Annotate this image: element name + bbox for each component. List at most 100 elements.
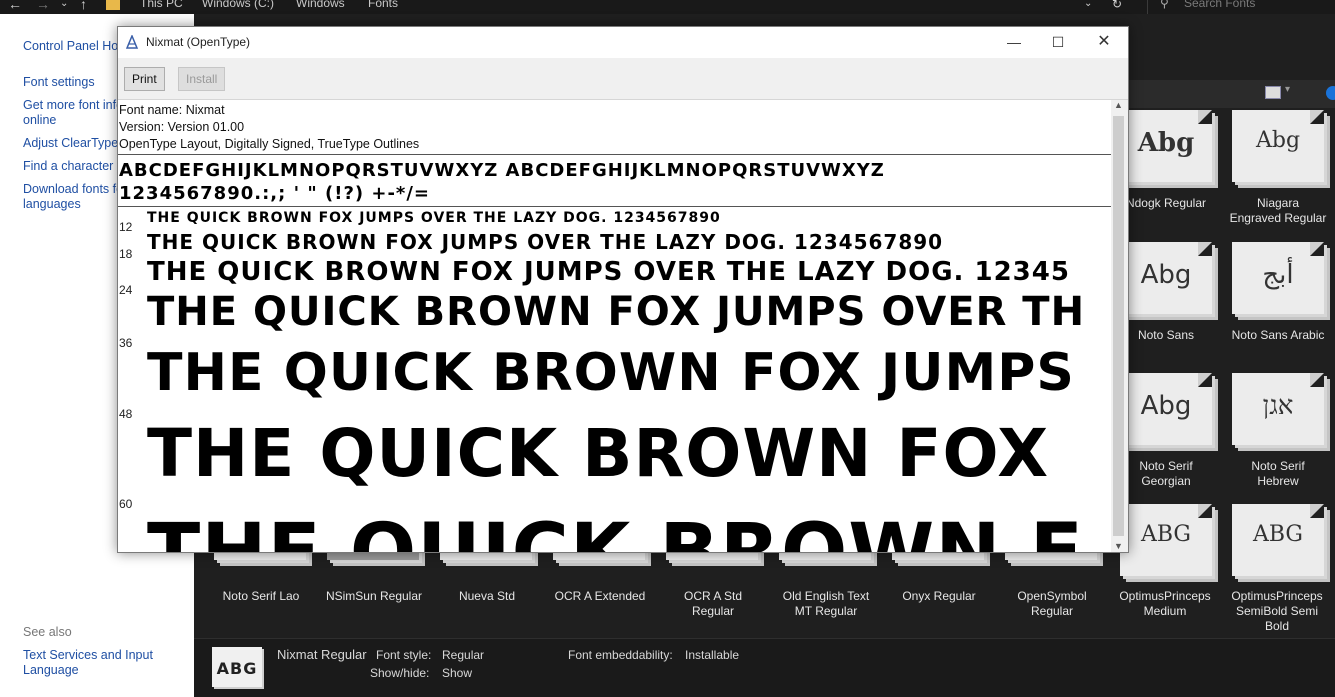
font-tile-name: Nueva Std	[432, 589, 542, 604]
divider	[118, 206, 1111, 207]
size-label-12: 12	[119, 220, 133, 234]
font-tile-name: Niagara	[1256, 196, 1300, 210]
control-panel-home-link[interactable]: Control Panel Hom	[23, 39, 129, 54]
font-features-line: OpenType Layout, Digitally Signed, TrueT…	[119, 137, 420, 151]
font-tile-name: Noto Serif Lao	[206, 589, 316, 604]
font-sample: אגן	[1262, 391, 1294, 421]
viewer-toolbar: Print Install	[118, 58, 1128, 100]
view-layout-icon[interactable]	[1265, 86, 1281, 99]
size-label-60: 60	[119, 497, 133, 511]
help-icon[interactable]	[1326, 86, 1335, 100]
get-more-font-info-link-2[interactable]: online	[23, 113, 56, 128]
font-tile-name: Old English Text MT Regular	[771, 589, 881, 619]
back-arrow-icon[interactable]: ←	[8, 0, 22, 12]
sample-line-12: THE QUICK BROWN FOX JUMPS OVER THE LAZY …	[147, 210, 721, 226]
font-sample: ABG	[1140, 522, 1192, 547]
details-font-name: Nixmat Regular	[277, 647, 367, 662]
folder-icon	[106, 0, 120, 10]
view-dropdown-icon[interactable]: ▾	[1285, 84, 1290, 95]
view-options-bar: ▾	[1127, 80, 1335, 108]
search-fonts-box[interactable]: ⚲ Search Fonts	[1147, 0, 1335, 14]
font-tile-name: Noto Sans Arabic	[1231, 328, 1325, 342]
adjust-cleartype-link[interactable]: Adjust ClearType t	[23, 136, 125, 151]
font-sample: ABG	[1252, 522, 1304, 547]
font-tile-name: NSimSun Regular	[319, 589, 429, 604]
font-embeddability-value: Installable	[685, 648, 740, 662]
font-tile-name-line: MT Regular	[794, 604, 858, 618]
font-style-value: Regular	[442, 648, 485, 662]
breadcrumb-windows[interactable]: Windows	[296, 0, 345, 10]
font-sample: أبج	[1262, 260, 1294, 290]
font-tile-name-line: SemiBold Semi	[1235, 604, 1319, 618]
font-tile-name-line: Onyx Regular	[902, 589, 976, 603]
font-tile-name-line: Regular	[691, 604, 735, 618]
font-tile-name: OpenSymbol Regular	[997, 589, 1107, 619]
alphabet-sample: ABCDEFGHIJKLMNOPQRSTUVWXYZ ABCDEFGHIJKLM…	[119, 160, 885, 181]
font-tile-name: OCR A Std Regular	[658, 589, 768, 619]
breadcrumb-this-pc[interactable]: This PC	[140, 0, 183, 10]
font-version-line: Version: Version 01.00	[119, 120, 245, 134]
font-tile-name: Noto Serif	[1139, 459, 1193, 473]
download-fonts-link[interactable]: Download fonts fo	[23, 182, 123, 197]
breadcrumb-windows-c[interactable]: Windows (C:)	[202, 0, 274, 10]
font-viewer-icon	[126, 35, 139, 49]
font-tile-name: OptimusPrinceps Medium	[1110, 589, 1220, 619]
size-label-24: 24	[119, 283, 133, 297]
divider	[118, 154, 1111, 155]
up-arrow-icon[interactable]: ↑	[80, 0, 87, 12]
see-also-heading: See also	[23, 625, 72, 639]
minimize-button[interactable]: —	[992, 30, 1036, 54]
scroll-thumb[interactable]	[1113, 116, 1124, 536]
font-style-label: Font style:	[376, 648, 432, 662]
font-tile-name-line: Bold	[1264, 619, 1290, 633]
sample-line-18: THE QUICK BROWN FOX JUMPS OVER THE LAZY …	[147, 230, 944, 254]
maximize-button[interactable]: ☐	[1036, 30, 1080, 54]
download-fonts-link-2[interactable]: languages	[23, 197, 81, 212]
font-tile-name-line: Nueva Std	[458, 589, 516, 603]
find-a-character-link[interactable]: Find a character	[23, 159, 113, 174]
text-services-link-2[interactable]: Language	[23, 663, 79, 678]
sample-line-24: THE QUICK BROWN FOX JUMPS OVER THE LAZY …	[147, 257, 1070, 287]
viewer-scrollbar[interactable]: ▲ ▼	[1111, 100, 1128, 552]
size-label-36: 36	[119, 336, 133, 350]
sample-line-72: THE QUICK BROWN F	[147, 508, 1084, 552]
font-tile-name-line: OCR A Std	[683, 589, 743, 603]
font-settings-link[interactable]: Font settings	[23, 75, 95, 90]
font-tile-name: OptimusPrinceps SemiBold Semi Bold	[1222, 589, 1332, 634]
font-tile-name-line: OpenSymbol	[1017, 589, 1087, 603]
close-button[interactable]: ✕	[1082, 30, 1126, 54]
font-tile-name-line: Noto Serif Lao	[222, 589, 300, 603]
install-button[interactable]: Install	[178, 67, 226, 91]
search-fonts-input[interactable]: Search Fonts	[1184, 0, 1255, 10]
explorer-address-bar: ← → ⌄ ↑ This PC Windows (C:) Windows Fon…	[0, 0, 1335, 14]
font-tile-name: Onyx Regular	[884, 589, 994, 604]
font-tile-name-2: Hebrew	[1257, 474, 1299, 488]
font-viewer-window: Nixmat (OpenType) — ☐ ✕ Print Install Fo…	[117, 26, 1129, 553]
font-sample: Abg	[1140, 391, 1192, 421]
print-button[interactable]: Print	[124, 67, 165, 91]
text-services-link[interactable]: Text Services and Input	[23, 648, 153, 663]
size-label-18: 18	[119, 247, 133, 261]
font-tile-name-2: Georgian	[1141, 474, 1191, 488]
font-tile-name-line: NSimSun Regular	[325, 589, 423, 603]
font-tile-name-line: Medium	[1143, 604, 1187, 618]
get-more-font-info-link[interactable]: Get more font info	[23, 98, 123, 113]
size-label-48: 48	[119, 407, 133, 421]
recent-chevron-icon[interactable]: ⌄	[60, 0, 68, 9]
address-dropdown-icon[interactable]: ⌄	[1084, 0, 1092, 9]
font-preview-pane: Font name: Nixmat Version: Version 01.00…	[118, 100, 1111, 552]
digits-sample: 1234567890.:,; ' " (!?) +-*/=	[119, 183, 430, 204]
font-sample: Abg	[1255, 128, 1301, 153]
sample-line-36: THE QUICK BROWN FOX JUMPS OVER TH	[147, 289, 1086, 335]
breadcrumb-fonts[interactable]: Fonts	[368, 0, 398, 10]
refresh-icon[interactable]: ↻	[1112, 0, 1122, 11]
font-name-line: Font name: Nixmat	[119, 103, 225, 117]
sample-line-48: THE QUICK BROWN FOX JUMPS	[147, 343, 1075, 403]
font-tile-name: OCR A Extended	[545, 589, 655, 604]
scroll-down-icon[interactable]: ▼	[1114, 541, 1123, 551]
scroll-up-icon[interactable]: ▲	[1114, 100, 1123, 110]
font-sample: Abg	[1137, 128, 1195, 158]
font-tile-name: Ndogk Regular	[1125, 196, 1207, 210]
forward-arrow-icon[interactable]: →	[36, 0, 50, 12]
font-tile-name-line: OptimusPrinceps	[1231, 589, 1323, 603]
